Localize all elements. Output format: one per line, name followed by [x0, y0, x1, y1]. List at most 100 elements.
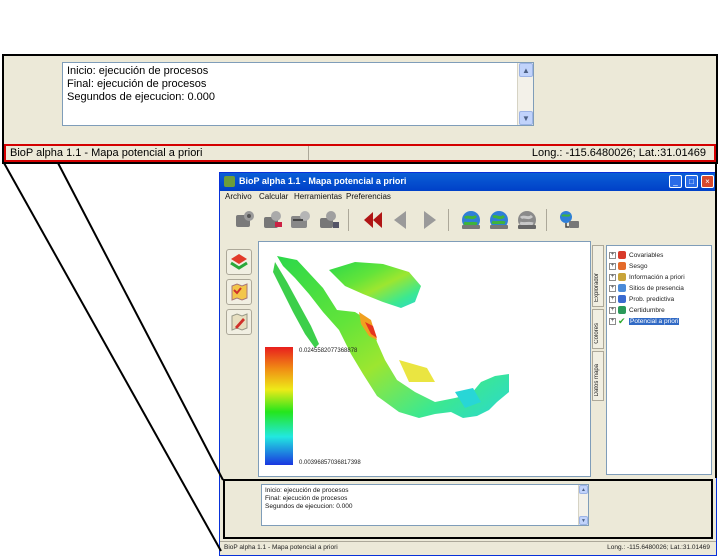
tab-datos-mapa[interactable]: Datos mapa	[592, 351, 604, 401]
tree-item-label: Sitios de presencia	[629, 284, 684, 292]
legend-min-value: 0.00396857036817398	[299, 460, 361, 466]
sitios-icon	[618, 284, 626, 292]
globe-icon-3[interactable]	[514, 207, 540, 233]
callout-status-coords: Long.: -115.6480026; Lat.:31.01469	[531, 147, 706, 159]
expand-icon[interactable]: +	[609, 251, 616, 259]
callout-status-title: BioP alpha 1.1 - Mapa potencial a priori	[10, 147, 203, 159]
process-icon-2[interactable]	[260, 207, 286, 233]
map-tool-icon[interactable]	[226, 279, 252, 305]
status-bar: BioP alpha 1.1 - Mapa potencial a priori…	[220, 541, 716, 555]
window-title: BioP alpha 1.1 - Mapa potencial a priori	[239, 176, 407, 186]
tab-datos-mapa-label: Datos mapa	[594, 363, 600, 396]
tree-item-label: Covariables	[629, 251, 664, 259]
log-text: Inicio: ejecución de procesos Final: eje…	[265, 487, 352, 511]
tree-item-potencial[interactable]: + ✔ Potencial a priori	[609, 316, 680, 326]
rewind-icon[interactable]	[360, 207, 386, 233]
back-icon[interactable]	[388, 207, 414, 233]
log-line: Inicio: ejecución de procesos	[265, 487, 349, 494]
map-panel[interactable]: 0.0245582077368878 0.00396857036817398	[258, 241, 591, 477]
checkmark-icon: ✔	[618, 316, 626, 326]
northern-region-shape	[329, 262, 421, 308]
process-icon-3[interactable]	[288, 207, 314, 233]
mexico-map	[273, 256, 509, 418]
layers-icon[interactable]	[226, 249, 252, 275]
central-hotspot	[399, 360, 435, 382]
edit-map-icon[interactable]	[226, 309, 252, 335]
tree-item-sitios[interactable]: + Sitios de presencia	[609, 283, 684, 293]
callout-log-text: Inicio: ejecución de procesos Final: eje…	[67, 65, 215, 104]
connector-line-left	[3, 162, 222, 552]
toolbar-separator	[348, 209, 349, 231]
layer-tree: + Covariables + Sesgo + Información a pr…	[606, 245, 712, 475]
callout-status-bar: BioP alpha 1.1 - Mapa potencial a priori…	[4, 144, 716, 162]
scroll-up-icon[interactable]: ▲	[579, 485, 588, 494]
process-icon-4[interactable]	[316, 207, 342, 233]
app-window: BioP alpha 1.1 - Mapa potencial a priori…	[219, 172, 717, 556]
covariables-icon	[618, 251, 626, 259]
expand-icon[interactable]: +	[609, 317, 616, 325]
expand-icon[interactable]: +	[609, 284, 616, 292]
forward-icon[interactable]	[416, 207, 442, 233]
app-icon	[224, 176, 235, 187]
connector-line-inner	[57, 162, 224, 481]
tree-item-label: Sesgo	[629, 262, 648, 270]
status-divider	[308, 146, 309, 160]
tree-item-label: Prob. predictiva	[629, 295, 675, 303]
tree-item-covariables[interactable]: + Covariables	[609, 250, 663, 260]
expand-icon[interactable]: +	[609, 295, 616, 303]
tree-item-certidumbre[interactable]: + Certidumbre	[609, 305, 665, 315]
toolbar-separator	[546, 209, 547, 231]
tree-item-informacion[interactable]: + Información a priori	[609, 272, 685, 282]
callout-log-box[interactable]: Inicio: ejecución de procesos Final: eje…	[62, 62, 534, 126]
status-title: BioP alpha 1.1 - Mapa potencial a priori	[224, 544, 338, 551]
callout-log-line: Segundos de ejecucion: 0.000	[67, 91, 216, 103]
tree-item-label: Certidumbre	[629, 306, 665, 314]
color-scale-legend	[265, 347, 293, 465]
zoomed-callout: Inicio: ejecución de procesos Final: eje…	[2, 54, 718, 164]
informacion-icon	[618, 273, 626, 281]
expand-icon[interactable]: +	[609, 273, 616, 281]
certidumbre-icon	[618, 306, 626, 314]
globe-icon-1[interactable]	[458, 207, 484, 233]
callout-log-line: Inicio: ejecución de procesos	[67, 65, 209, 77]
scroll-down-icon[interactable]: ▼	[579, 516, 588, 525]
minimize-icon[interactable]: _	[669, 175, 682, 188]
tab-explorador[interactable]: Explorador	[592, 245, 604, 307]
process-icon-1[interactable]	[232, 207, 258, 233]
tab-explorador-label: Explorador	[594, 272, 600, 302]
log-scrollbar[interactable]: ▲ ▼	[578, 485, 588, 525]
tab-colores[interactable]: Colores	[592, 309, 604, 349]
tab-colores-label: Colores	[594, 323, 600, 344]
log-box[interactable]: Inicio: ejecución de procesos Final: eje…	[261, 484, 589, 526]
callout-scrollbar[interactable]: ▲ ▼	[517, 63, 533, 125]
legend-max-value: 0.0245582077368878	[299, 348, 358, 354]
log-line: Final: ejecución de procesos	[265, 495, 348, 502]
title-bar[interactable]: BioP alpha 1.1 - Mapa potencial a priori…	[220, 173, 716, 191]
menu-herramientas[interactable]: Herramientas	[294, 192, 342, 201]
expand-icon[interactable]: +	[609, 262, 616, 270]
network-icon[interactable]	[556, 207, 582, 233]
close-icon[interactable]: ×	[701, 175, 714, 188]
tree-item-label: Potencial a priori	[629, 317, 680, 325]
toolbar	[220, 205, 716, 239]
tree-item-sesgo[interactable]: + Sesgo	[609, 261, 647, 271]
menu-preferencias[interactable]: Preferencias	[346, 192, 391, 201]
scroll-up-icon[interactable]: ▲	[519, 63, 533, 77]
expand-icon[interactable]: +	[609, 306, 616, 314]
globe-icon-2[interactable]	[486, 207, 512, 233]
sesgo-icon	[618, 262, 626, 270]
menu-bar: Archivo Calcular Herramientas Preferenci…	[220, 191, 716, 204]
status-coords: Long.: -115.6480026; Lat.:31.01469	[607, 544, 710, 551]
scroll-down-icon[interactable]: ▼	[519, 111, 533, 125]
log-line: Segundos de ejecucion: 0.000	[265, 503, 353, 510]
side-toolbar	[224, 249, 254, 339]
tree-item-label: Información a priori	[629, 273, 685, 281]
maximize-icon[interactable]: □	[685, 175, 698, 188]
tree-item-prob[interactable]: + Prob. predictiva	[609, 294, 674, 304]
menu-archivo[interactable]: Archivo	[225, 192, 252, 201]
toolbar-separator	[448, 209, 449, 231]
log-panel: Inicio: ejecución de procesos Final: eje…	[223, 479, 713, 539]
prob-icon	[618, 295, 626, 303]
menu-calcular[interactable]: Calcular	[259, 192, 288, 201]
callout-log-line: Final: ejecución de procesos	[67, 78, 207, 90]
